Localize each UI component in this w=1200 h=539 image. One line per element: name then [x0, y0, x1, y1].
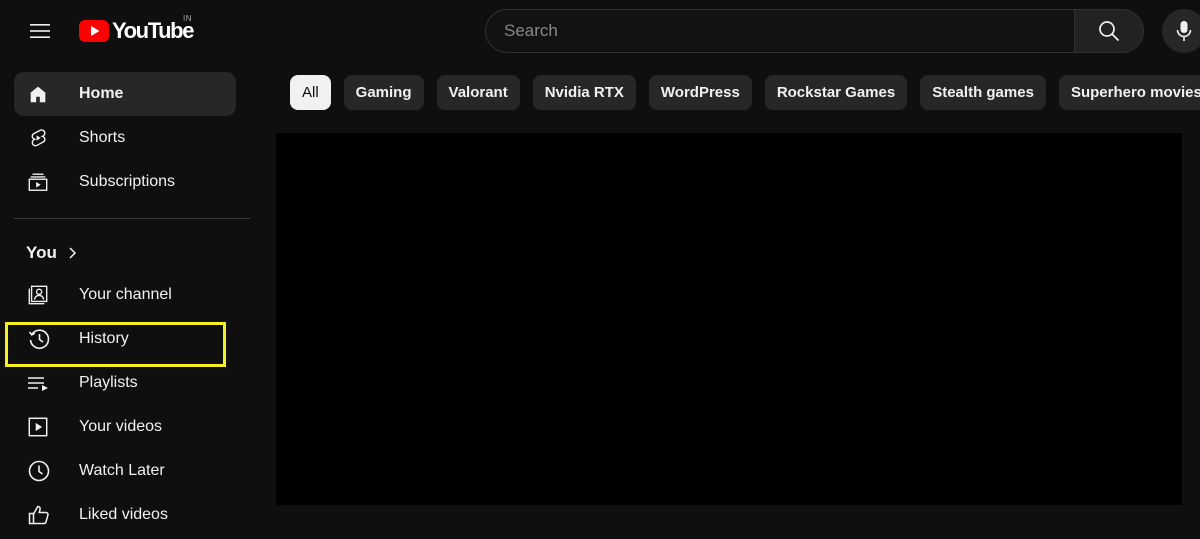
- filter-chips-bar: All Gaming Valorant Nvidia RTX WordPress…: [290, 75, 1200, 110]
- sidebar-item-playlists[interactable]: Playlists: [14, 361, 236, 405]
- sidebar-item-label: Subscriptions: [79, 173, 176, 190]
- search-button[interactable]: [1074, 9, 1144, 53]
- playlists-icon: [14, 372, 64, 394]
- video-feed-area[interactable]: [276, 133, 1182, 505]
- chip-nvidia-rtx[interactable]: Nvidia RTX: [532, 75, 636, 110]
- sidebar-item-label: Shorts: [79, 129, 126, 146]
- search-box[interactable]: [485, 9, 1075, 53]
- play-logo-icon: [79, 20, 109, 42]
- you-section-header[interactable]: You: [26, 233, 258, 273]
- sidebar-item-liked-videos[interactable]: Liked videos: [14, 493, 236, 537]
- subscriptions-icon: [14, 171, 64, 193]
- watch-later-icon: [14, 459, 64, 483]
- sidebar-item-subscriptions[interactable]: Subscriptions: [14, 160, 236, 204]
- chip-stealth-games[interactable]: Stealth games: [920, 75, 1046, 110]
- hamburger-icon: [30, 24, 50, 38]
- your-channel-icon: [14, 284, 64, 306]
- sidebar-item-label: History: [79, 330, 129, 347]
- sidebar-item-label: Watch Later: [79, 462, 165, 479]
- search-icon: [1099, 21, 1120, 42]
- menu-button[interactable]: [22, 13, 58, 49]
- sidebar-item-label: Playlists: [79, 374, 138, 391]
- sidebar-item-label: Liked videos: [79, 506, 168, 523]
- you-section-title: You: [26, 243, 57, 262]
- thumbs-up-icon: [14, 503, 64, 527]
- shorts-icon: [14, 126, 64, 150]
- chip-rockstar-games[interactable]: Rockstar Games: [764, 75, 908, 110]
- sidebar-item-label: Your videos: [79, 418, 163, 435]
- sidebar-item-history[interactable]: History: [14, 317, 236, 361]
- your-videos-icon: [14, 416, 64, 438]
- sidebar-item-label: Home: [79, 85, 124, 102]
- sidebar-item-label: Your channel: [79, 286, 172, 303]
- chevron-right-icon: [67, 246, 77, 260]
- logo-wordmark: YouTube: [112, 18, 194, 43]
- sidebar-item-home[interactable]: Home: [14, 72, 236, 116]
- history-icon: [14, 327, 64, 351]
- microphone-icon: [1176, 21, 1192, 41]
- youtube-logo[interactable]: YouTube IN: [79, 14, 194, 44]
- youtube-page: YouTube IN Home: [0, 0, 1200, 539]
- sidebar: Home Shorts Subscriptions You Your chann…: [0, 72, 258, 537]
- voice-search-button[interactable]: [1162, 9, 1200, 53]
- chip-all[interactable]: All: [290, 75, 331, 110]
- sidebar-item-your-channel[interactable]: Your channel: [14, 273, 236, 317]
- region-code: IN: [183, 14, 192, 23]
- sidebar-item-your-videos[interactable]: Your videos: [14, 405, 236, 449]
- chip-wordpress[interactable]: WordPress: [648, 75, 752, 110]
- chip-valorant[interactable]: Valorant: [436, 75, 520, 110]
- home-icon: [14, 83, 64, 105]
- sidebar-item-watch-later[interactable]: Watch Later: [14, 449, 236, 493]
- chip-gaming[interactable]: Gaming: [343, 75, 424, 110]
- chip-superhero-movies[interactable]: Superhero movies: [1058, 75, 1200, 110]
- search-input[interactable]: [486, 10, 1075, 52]
- sidebar-item-shorts[interactable]: Shorts: [14, 116, 236, 160]
- sidebar-divider: [14, 218, 250, 219]
- right-margin: [1182, 133, 1200, 505]
